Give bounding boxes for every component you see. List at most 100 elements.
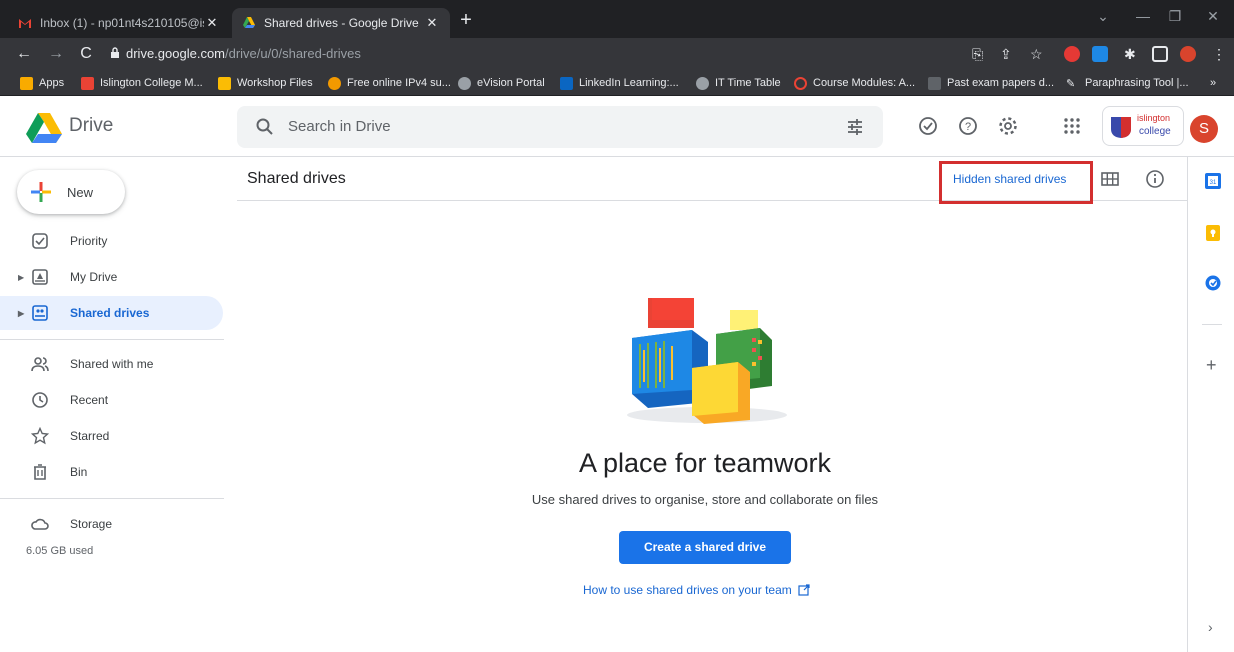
sidebar-divider <box>0 498 224 499</box>
globe-icon <box>696 76 709 90</box>
hidden-shared-drives-link[interactable]: Hidden shared drives <box>953 172 1066 186</box>
get-addons-icon[interactable]: + <box>1206 355 1217 376</box>
lock-icon <box>111 47 119 58</box>
search-bar[interactable]: Search in Drive <box>237 106 883 148</box>
browser-tab-strip: Inbox (1) - np01nt4s210105@isli ✕ Shared… <box>0 0 1234 38</box>
bookmark-apps[interactable]: Apps <box>20 75 64 91</box>
sidebar-item-recent[interactable]: Recent <box>0 383 223 417</box>
sidebar-item-label: Starred <box>70 429 110 443</box>
globe-icon <box>458 76 471 90</box>
bookmark-course-modules[interactable]: Course Modules: A... <box>794 75 915 91</box>
extensions-puzzle-icon[interactable]: ✱ <box>1124 44 1136 64</box>
bookmark-timetable[interactable]: IT Time Table <box>696 75 781 91</box>
google-apps-icon[interactable] <box>1062 116 1082 136</box>
create-shared-drive-button[interactable]: Create a shared drive <box>619 531 791 564</box>
drive-header: Drive Search in Drive ? islington colleg… <box>0 97 1234 157</box>
how-to-link[interactable]: How to use shared drives on your team <box>583 583 810 597</box>
bookmark-label: Apps <box>39 77 65 89</box>
sidebar-item-storage[interactable]: Storage <box>0 507 223 541</box>
bookmark-evision[interactable]: eVision Portal <box>458 75 545 91</box>
bookmarks-bar: Apps Islington College M... Workshop Fil… <box>0 70 1234 96</box>
side-panel: 31 + › <box>1187 157 1234 652</box>
expand-caret-icon[interactable]: ▶ <box>18 309 24 318</box>
keep-icon[interactable] <box>1204 224 1222 242</box>
bookmark-label: IT Time Table <box>715 77 781 89</box>
plus-icon <box>31 182 51 202</box>
new-tab-button[interactable]: + <box>454 9 478 33</box>
sidebar-item-my-drive[interactable]: ▶ My Drive <box>0 260 223 294</box>
account-avatar[interactable]: S <box>1190 115 1218 143</box>
apps-grid-icon <box>20 76 33 90</box>
content-header: Shared drives Hidden shared drives <box>237 157 1187 204</box>
bookmark-islington-mail[interactable]: Islington College M... <box>81 75 203 91</box>
install-app-icon[interactable]: ⎘ <box>972 44 983 64</box>
drive-logo-icon[interactable] <box>26 113 62 143</box>
offline-ready-icon[interactable] <box>918 116 938 136</box>
bookmark-linkedin[interactable]: LinkedIn Learning:... <box>560 75 679 91</box>
adblock-icon[interactable] <box>1064 46 1080 62</box>
bookmark-label: Course Modules: A... <box>813 77 916 89</box>
tab-search-icon[interactable]: ⌄ <box>1088 8 1118 25</box>
org-name-line2: college <box>1139 126 1171 137</box>
search-input[interactable]: Search in Drive <box>288 118 391 135</box>
bookmark-ipv4[interactable]: Free online IPv4 su... <box>328 75 451 91</box>
close-icon[interactable]: ✕ <box>204 15 220 31</box>
svg-text:?: ? <box>965 121 971 133</box>
window-close-button[interactable]: ✕ <box>1198 8 1228 25</box>
url-host: drive.google.com <box>126 46 225 61</box>
address-bar[interactable]: drive.google.com/drive/u/0/shared-drives <box>110 41 970 67</box>
chevron-right-icon[interactable]: › <box>1208 619 1213 635</box>
search-options-icon[interactable] <box>845 117 865 137</box>
settings-gear-icon[interactable] <box>998 116 1018 136</box>
drive-icon <box>243 17 255 28</box>
sidebar-item-priority[interactable]: Priority <box>0 224 223 258</box>
grid-view-icon[interactable] <box>1101 170 1119 188</box>
sidebar-item-label: Bin <box>70 465 88 479</box>
empty-state-subtext: Use shared drives to organise, store and… <box>531 492 879 507</box>
external-link-icon <box>798 584 810 596</box>
sidebar-item-bin[interactable]: Bin <box>0 455 223 489</box>
sidebar-item-shared-with-me[interactable]: Shared with me <box>0 347 223 381</box>
tab-inbox[interactable]: Inbox (1) - np01nt4s210105@isli ✕ <box>8 8 230 38</box>
back-button[interactable]: ← <box>14 44 34 64</box>
info-icon[interactable] <box>1145 169 1165 189</box>
sidebar-item-starred[interactable]: Starred <box>0 419 223 453</box>
svg-text:31: 31 <box>1210 180 1217 186</box>
profile-avatar-icon[interactable] <box>1180 46 1196 62</box>
gmail-icon <box>19 19 31 28</box>
bookmark-star-icon[interactable]: ☆ <box>1030 44 1043 64</box>
tab-inbox-title: Inbox (1) - np01nt4s210105@isli <box>40 16 204 30</box>
loading-icon <box>794 76 807 90</box>
sidebar-item-shared-drives[interactable]: ▶ Shared drives <box>0 296 223 330</box>
tasks-icon[interactable] <box>1204 274 1222 292</box>
side-panel-icon[interactable] <box>1152 46 1168 62</box>
translate-extension-icon[interactable] <box>1092 46 1108 62</box>
org-name-line1: islington <box>1137 113 1171 123</box>
trash-icon <box>34 464 46 480</box>
reload-button[interactable]: C <box>76 44 96 64</box>
url-path: /drive/u/0/shared-drives <box>225 46 361 61</box>
browser-menu-icon[interactable]: ⋮ <box>1212 44 1226 64</box>
bookmark-paraphrasing[interactable]: ✎ Paraphrasing Tool |... <box>1066 75 1189 91</box>
new-button[interactable]: New <box>17 170 125 214</box>
search-icon[interactable] <box>255 117 275 137</box>
college-crest-icon <box>1111 117 1131 138</box>
forward-button[interactable]: → <box>46 44 66 64</box>
close-icon[interactable]: ✕ <box>424 15 440 31</box>
bookmark-label: Free online IPv4 su... <box>347 77 451 89</box>
share-icon[interactable]: ⇪ <box>1000 44 1012 64</box>
product-name[interactable]: Drive <box>69 115 113 137</box>
bookmarks-overflow-button[interactable]: » <box>1210 75 1216 91</box>
minimize-button[interactable]: — <box>1128 8 1158 24</box>
bookmark-workshop-files[interactable]: Workshop Files <box>218 75 313 91</box>
restore-button[interactable]: ❐ <box>1160 8 1190 25</box>
bookmark-site-icon <box>928 76 941 90</box>
calendar-icon[interactable]: 31 <box>1204 172 1222 190</box>
priority-check-icon <box>32 233 48 249</box>
bookmark-past-papers[interactable]: Past exam papers d... <box>928 75 1054 91</box>
help-icon[interactable]: ? <box>958 116 978 136</box>
tab-shared-drives[interactable]: Shared drives - Google Drive ✕ <box>232 8 450 38</box>
expand-caret-icon[interactable]: ▶ <box>18 273 24 282</box>
bookmark-label: LinkedIn Learning:... <box>579 77 679 89</box>
organization-logo[interactable]: islington college <box>1102 106 1184 146</box>
